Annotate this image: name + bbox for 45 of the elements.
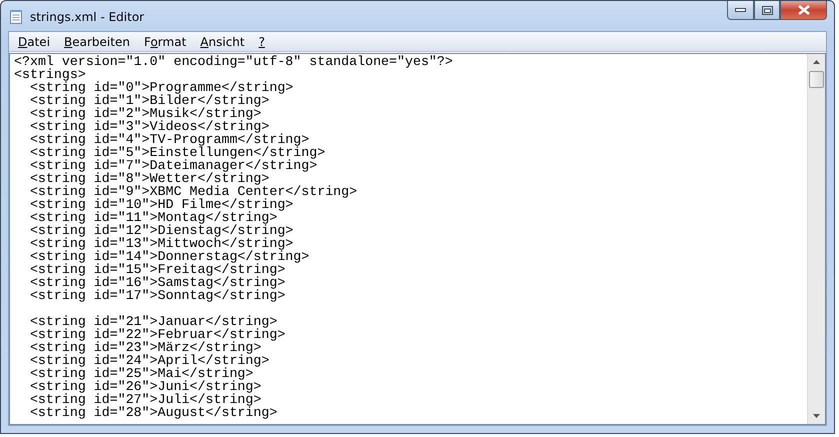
maximize-icon: [762, 6, 772, 14]
code-line: <string id="8">Wetter</string>: [30, 172, 270, 185]
code-line: <string id="9">XBMC Media Center</string>: [30, 185, 358, 198]
scroll-up-icon[interactable]: [813, 60, 820, 64]
code-line: <string id="5">Einstellungen</string>: [30, 146, 326, 159]
code-line: <string id="16">Samstag</string>: [30, 276, 286, 289]
menu-item[interactable]: Format: [136, 32, 194, 51]
maximize-button[interactable]: [754, 1, 780, 20]
code-line: <string id="11">Montag</string>: [30, 211, 278, 224]
minimize-icon: [735, 8, 746, 12]
code-line: <string id="7">Dateimanager</string>: [30, 159, 318, 172]
close-icon: [798, 5, 810, 15]
code-line: <string id="15">Freitag</string>: [30, 263, 286, 276]
close-button[interactable]: [780, 1, 827, 20]
menu-item[interactable]: ?: [252, 32, 272, 51]
code-line: <string id="3">Videos</string>: [30, 120, 270, 133]
text-area[interactable]: [9, 53, 826, 425]
code-line: <string id="26">Juni</string>: [30, 380, 262, 393]
code-line: <?xml version="1.0" encoding="utf-8" standalone="yes"?>: [14, 55, 453, 68]
code-line: <string id="24">April</string>: [30, 354, 270, 367]
scroll-down-icon[interactable]: [813, 414, 820, 418]
menu-item[interactable]: Bearbeiten: [57, 32, 137, 51]
minimize-button[interactable]: [727, 1, 754, 20]
code-line: <strings>: [14, 68, 86, 81]
code-line: <string id="2">Musik</string>: [30, 107, 262, 120]
notepad-icon: [8, 9, 24, 25]
code-line: <string id="14">Donnerstag</string>: [30, 250, 310, 263]
vertical-scrollbar[interactable]: [807, 54, 825, 424]
code-line: <string id="17">Sonntag</string>: [30, 289, 286, 302]
code-line: <string id="13">Mittwoch</string>: [30, 237, 294, 250]
menu-item[interactable]: Ansicht: [193, 32, 252, 51]
code-line: <string id="4">TV-Programm</string>: [30, 133, 310, 146]
code-line: <string id="22">Februar</string>: [30, 328, 286, 341]
code-line: <string id="23">März</string>: [30, 341, 262, 354]
code-line: <string id="25">Mai</string>: [30, 367, 254, 380]
code-line: <string id="1">Bilder</string>: [30, 94, 270, 107]
code-line: <string id="27">Juli</string>: [30, 393, 262, 406]
code-line: <string id="28">August</string>: [30, 406, 278, 419]
menu-item[interactable]: Datei: [11, 32, 58, 51]
code-line: <string id="0">Programme</string>: [30, 81, 294, 94]
window-title: strings.xml - Editor: [30, 10, 144, 24]
code-line: <string id="10">HD Filme</string>: [30, 198, 294, 211]
code-line: <string id="12">Dienstag</string>: [30, 224, 294, 237]
scroll-thumb[interactable]: [809, 71, 824, 88]
code-line: <string id="21">Januar</string>: [30, 315, 278, 328]
